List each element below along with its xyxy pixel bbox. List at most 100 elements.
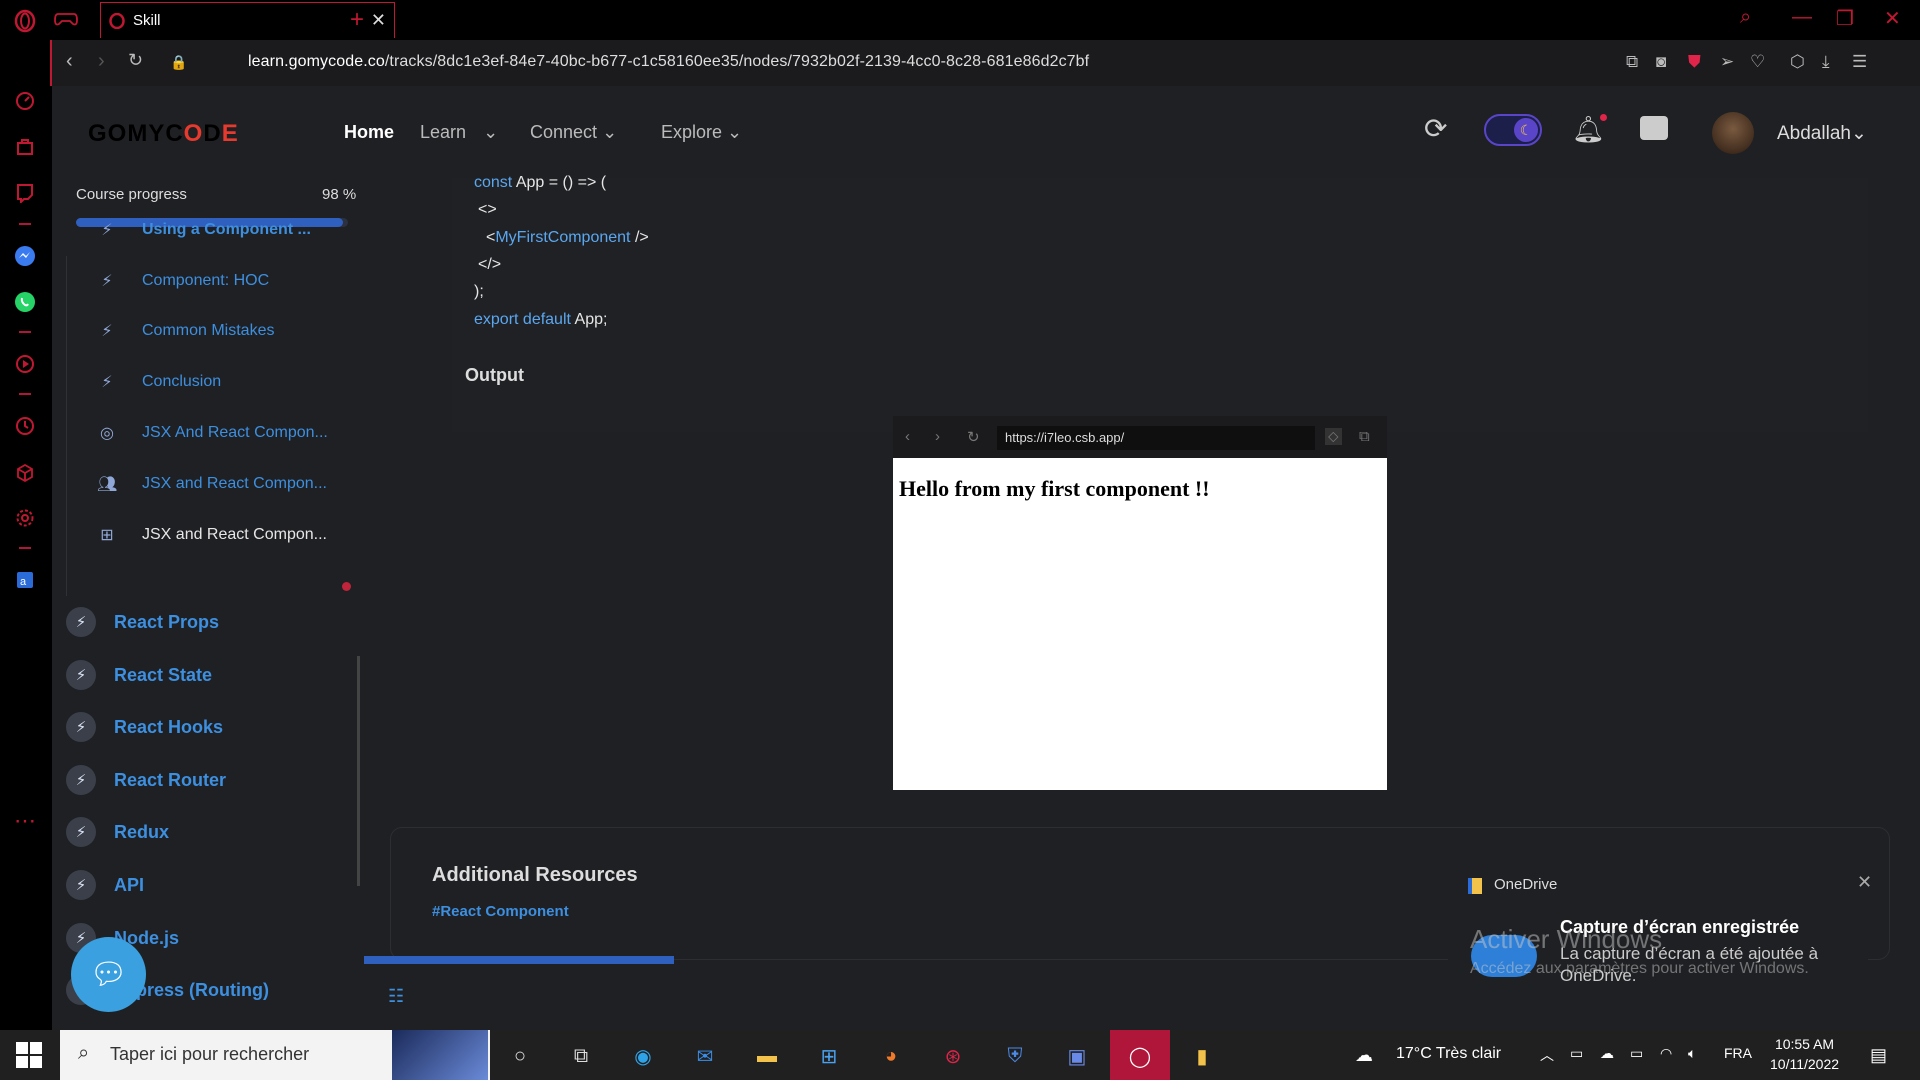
reload-icon[interactable]: ↻ xyxy=(967,428,980,446)
explorer-icon[interactable]: ▮ xyxy=(1187,1042,1217,1070)
module-item[interactable]: ⚡︎ Redux xyxy=(66,816,169,848)
lesson-item[interactable]: ⚡︎ Common Mistakes xyxy=(97,316,274,346)
list-icon[interactable]: ☷ xyxy=(388,986,404,1007)
camera-icon[interactable]: ◙ xyxy=(1656,52,1666,72)
new-tab-icon[interactable]: + xyxy=(350,6,364,34)
maximize-icon[interactable]: ❐ xyxy=(1836,6,1854,31)
preview-toolbar: ‹ › ↻ https://i7leo.csb.app/ ⬦ ⧉ xyxy=(893,416,1387,458)
lesson-item[interactable]: 👥︎ JSX and React Compon... xyxy=(97,469,327,499)
lesson-item[interactable]: ⚡︎ Component: HOC xyxy=(97,266,269,296)
lesson-item[interactable]: ◎ JSX And React Compon... xyxy=(97,418,328,448)
send-icon[interactable]: ➢ xyxy=(1720,52,1734,72)
firefox-icon[interactable]: ◕ xyxy=(876,1042,906,1070)
nav-home[interactable]: Home xyxy=(344,122,394,143)
module-item[interactable]: ⚡︎ API xyxy=(66,869,144,901)
task-view-icon[interactable]: ⧉ xyxy=(566,1042,596,1070)
url-field[interactable]: learn.gomycode.co/tracks/8dc1e3ef-84e7-4… xyxy=(248,53,1089,71)
messenger-icon[interactable] xyxy=(12,243,38,269)
close-window-icon[interactable]: ✕ xyxy=(1884,6,1901,31)
opera-icon[interactable]: ◯ xyxy=(1125,1042,1155,1070)
sidebar-scrollbar[interactable] xyxy=(357,656,360,886)
resource-tag-link[interactable]: #React Component xyxy=(432,903,569,920)
weather-icon[interactable]: ☁︎ xyxy=(1355,1045,1373,1066)
mail-icon[interactable]: ✉ xyxy=(690,1042,720,1070)
cube-icon[interactable]: ⬡ xyxy=(1790,52,1805,72)
store-icon[interactable]: ⊞ xyxy=(814,1042,844,1070)
module-item[interactable]: ⚡︎ React Props xyxy=(66,606,219,638)
language-indicator[interactable]: FRA xyxy=(1724,1045,1752,1061)
module-label: React Props xyxy=(114,611,220,632)
snapshot-icon[interactable]: ⧉ xyxy=(1626,52,1638,72)
shield-icon[interactable]: ⛨ xyxy=(1000,1042,1030,1070)
sidebar-separator xyxy=(19,547,31,549)
opera-logo-icon[interactable] xyxy=(12,8,38,34)
minimize-icon[interactable]: — xyxy=(1792,6,1812,29)
adblock-icon[interactable]: ⛊ xyxy=(1688,52,1701,72)
gx-controller-icon[interactable] xyxy=(54,10,78,33)
wifi-icon[interactable]: ◠ xyxy=(1660,1045,1672,1062)
translate-icon[interactable]: a xyxy=(12,567,38,593)
dark-mode-toggle[interactable]: ☾ xyxy=(1484,114,1542,146)
windows-start-icon[interactable] xyxy=(16,1042,42,1068)
shopping-icon[interactable] xyxy=(12,134,38,160)
lesson-item[interactable]: ⚡︎ Conclusion xyxy=(97,367,221,397)
teams-icon[interactable]: ▣ xyxy=(1062,1042,1092,1070)
tray-chevron-icon[interactable]: ︿ xyxy=(1540,1045,1554,1065)
codesandbox-icon[interactable]: ⬦ xyxy=(1325,428,1342,445)
file-explorer-icon[interactable]: ▬ xyxy=(752,1042,782,1070)
close-tab-icon[interactable]: ✕ xyxy=(371,10,386,31)
lesson-item[interactable]: ⚡︎ Using a Component ... xyxy=(97,215,311,245)
weather-text[interactable]: 17°C Très clair xyxy=(1396,1045,1501,1063)
open-external-icon[interactable]: ⧉ xyxy=(1359,428,1370,445)
battery-icon[interactable]: ▭ xyxy=(1630,1045,1643,1062)
preview-url[interactable]: https://i7leo.csb.app/ xyxy=(997,426,1315,450)
meet-now-icon[interactable]: ▭ xyxy=(1570,1045,1583,1062)
speed-dial-icon[interactable] xyxy=(12,88,38,114)
download-icon[interactable]: ⤓ xyxy=(1822,52,1830,72)
twitch-icon[interactable] xyxy=(12,180,38,206)
search-tabs-icon[interactable]: ⌕ xyxy=(1740,6,1751,29)
avatar[interactable] xyxy=(1712,112,1754,154)
lesson-label: JSX and React Compon... xyxy=(142,475,327,492)
sidebar-separator xyxy=(19,223,31,225)
site-header: GOMYCODE Home Learn ⌄ Connect ⌄ Explore … xyxy=(52,86,1920,178)
module-item[interactable]: ⚡︎ React Hooks xyxy=(66,711,223,743)
cube-icon[interactable] xyxy=(12,460,38,486)
forward-icon[interactable]: › xyxy=(98,50,105,73)
onedrive-tray-icon[interactable]: ☁ xyxy=(1600,1045,1614,1062)
nav-connect[interactable]: Connect ⌄ xyxy=(530,122,617,143)
edge-icon[interactable]: ◉ xyxy=(628,1042,658,1070)
opera-gx-icon[interactable]: ⊛ xyxy=(938,1042,968,1070)
gomycode-logo[interactable]: GOMYCODE xyxy=(88,120,239,148)
whatsapp-icon[interactable] xyxy=(12,289,38,315)
more-icon[interactable]: ⋯ xyxy=(12,808,38,834)
module-item[interactable]: ⚡︎ React Router xyxy=(66,764,226,796)
heart-icon[interactable]: ♡ xyxy=(1750,52,1765,72)
settings-icon[interactable] xyxy=(12,505,38,531)
easy-setup-icon[interactable]: ☰ xyxy=(1852,52,1867,72)
close-toast-icon[interactable]: ✕ xyxy=(1857,872,1872,893)
support-chat-button[interactable]: 💬︎ xyxy=(71,937,146,1012)
chat-icon[interactable] xyxy=(1640,116,1668,140)
nav-explore[interactable]: Explore ⌄ xyxy=(661,122,742,143)
action-center-icon[interactable]: ▤ xyxy=(1870,1045,1887,1066)
bolt-icon: ⚡︎ xyxy=(66,817,96,847)
clock[interactable]: 10:55 AM 10/11/2022 xyxy=(1770,1034,1839,1074)
user-menu[interactable]: Abdallah⌄ xyxy=(1777,122,1867,145)
code-line: ); xyxy=(474,283,484,300)
back-icon[interactable]: ‹ xyxy=(905,428,910,445)
player-icon[interactable] xyxy=(12,351,38,377)
cortana-icon[interactable]: ○ xyxy=(505,1042,535,1070)
module-item[interactable]: ⚡︎ React State xyxy=(66,659,212,691)
nav-learn[interactable]: Learn ⌄ xyxy=(420,122,498,143)
reload-icon[interactable]: ↻ xyxy=(128,50,143,71)
volume-icon[interactable]: 🔈︎ xyxy=(1688,1045,1696,1062)
current-lesson-dot xyxy=(342,582,351,591)
forward-icon[interactable]: › xyxy=(935,428,940,445)
sync-icon[interactable]: ⟳ xyxy=(1424,112,1447,145)
lesson-item-current[interactable]: ⊞ JSX and React Compon... xyxy=(97,520,327,550)
time: 10:55 AM xyxy=(1774,1036,1835,1052)
back-icon[interactable]: ‹ xyxy=(66,50,73,73)
chevron-down-icon: ⌄ xyxy=(1850,123,1867,144)
history-icon[interactable] xyxy=(12,413,38,439)
